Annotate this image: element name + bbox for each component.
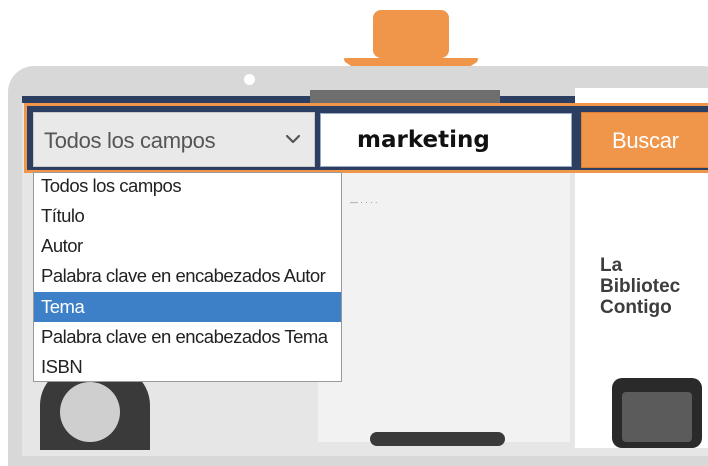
- background-face-image: [60, 382, 120, 442]
- dropdown-option[interactable]: Todos los campos: [34, 173, 341, 201]
- dropdown-option[interactable]: Palabra clave en encabezados Tema: [34, 322, 341, 352]
- background-heading: La Bibliotec Contigo: [600, 255, 681, 318]
- background-button: [370, 432, 505, 446]
- laptop-camera: [244, 74, 255, 85]
- search-field-dropdown: Todos los campos Título Autor Palabra cl…: [33, 172, 342, 382]
- dropdown-option-selected[interactable]: Tema: [34, 292, 341, 322]
- dropdown-option[interactable]: Palabra clave en encabezados Autor: [34, 261, 341, 291]
- dropdown-option[interactable]: Título: [34, 201, 341, 231]
- background-caption: — · · · ·: [350, 198, 378, 207]
- dropdown-option[interactable]: Autor: [34, 231, 341, 261]
- annotation-highlight-box: [24, 103, 708, 173]
- background-phone-screen: [622, 392, 692, 442]
- dropdown-option[interactable]: ISBN: [34, 352, 341, 381]
